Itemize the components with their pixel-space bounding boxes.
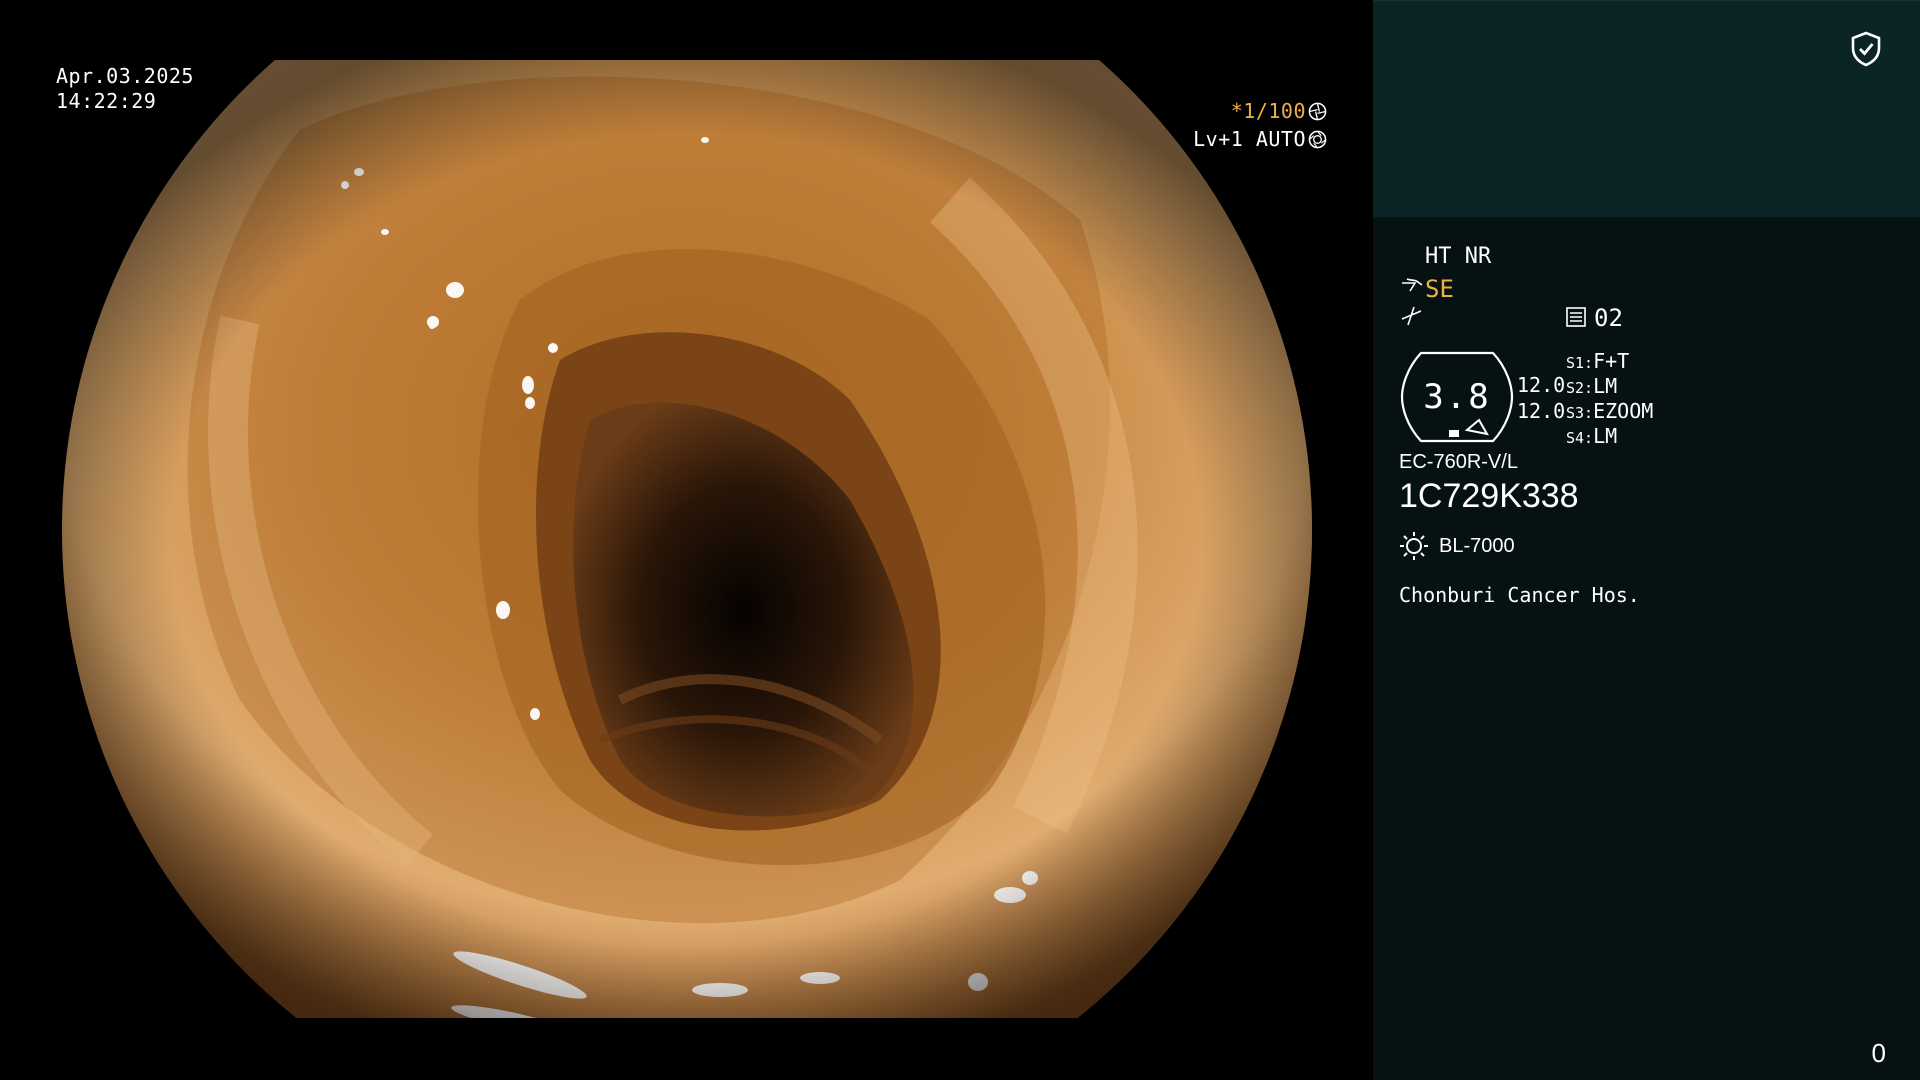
structure-icon [1401, 306, 1422, 326]
setting-value-1: 12.0 [1517, 373, 1566, 397]
iris-icon [1308, 130, 1327, 149]
structure-enhancement-mode: SE [1425, 275, 1454, 303]
switch-value: LM [1593, 424, 1618, 448]
shutter-speed: *1/100 [1231, 99, 1327, 123]
switch-label: S2: [1566, 379, 1594, 397]
monitor-icon [1566, 307, 1586, 327]
endoscope-video-area: Apr.03.2025 14:22:29 *1/100 Lv+1 AUTO [0, 0, 1373, 1080]
info-panel: HT NR SE 02 3.8 12.0 12.0 S1:F+T S2:LM S… [1373, 0, 1920, 1080]
switch-value: F+T [1593, 349, 1630, 373]
switch-label: S1: [1566, 354, 1594, 372]
info-panel-header [1373, 0, 1920, 217]
switch-value: EZOOM [1593, 399, 1654, 423]
monitor-number: 02 [1594, 304, 1623, 332]
switch-label: S3: [1566, 404, 1594, 422]
shutter-speed-value: *1/100 [1230, 99, 1306, 123]
endoscope-view-mask [0, 60, 1373, 1018]
exam-date: Apr.03.2025 [56, 64, 194, 88]
processing-modes: HT NR [1425, 244, 1492, 269]
brightness-level: Lv+1 AUTO [1193, 127, 1327, 151]
brightness-level-value: Lv+1 AUTO [1193, 127, 1306, 151]
switch-value: LM [1593, 374, 1618, 398]
switch-label: S4: [1566, 429, 1594, 447]
gauge-value: 3.8 [1423, 377, 1491, 417]
image-counter: 0 [1871, 1038, 1886, 1068]
shield-check-icon [1851, 31, 1881, 67]
hospital-name: Chonburi Cancer Hos. [1399, 583, 1640, 607]
exam-time: 14:22:29 [56, 89, 157, 113]
aperture-icon [1308, 102, 1327, 121]
endoscopic-image [62, 60, 1312, 1018]
switch-3: S3:EZOOM [1566, 398, 1653, 426]
setting-value-2: 12.0 [1517, 399, 1566, 423]
scope-model: EC-760R-V/L [1399, 451, 1518, 473]
scope-serial-number: 1C729K338 [1399, 477, 1579, 515]
se-wave-icon [1402, 278, 1423, 292]
switch-1: S1:F+T [1566, 348, 1629, 376]
switch-4: S4:LM [1566, 423, 1617, 451]
light-source-icon [1400, 532, 1428, 560]
switch-2: S2:LM [1566, 373, 1617, 401]
light-source-model: BL-7000 [1439, 535, 1515, 557]
